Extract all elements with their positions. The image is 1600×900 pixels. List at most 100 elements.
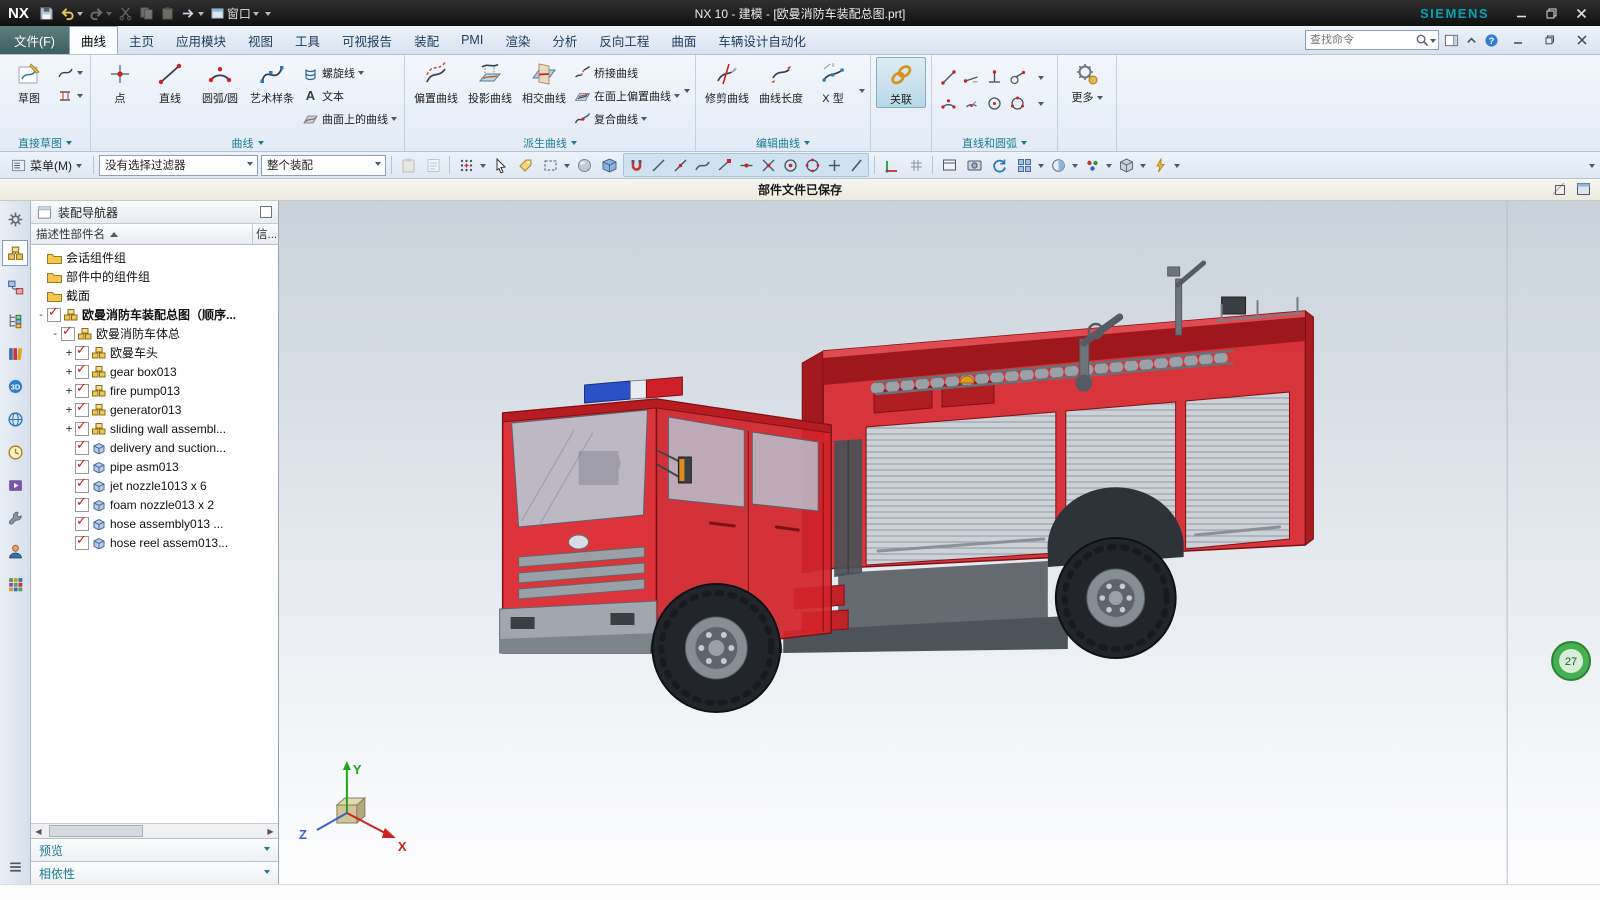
close-button[interactable] bbox=[1568, 3, 1595, 23]
search-input[interactable] bbox=[1306, 34, 1415, 46]
effects-icon[interactable] bbox=[1149, 154, 1171, 176]
search-icon[interactable] bbox=[1415, 33, 1430, 48]
preview-section-header[interactable]: 预览 bbox=[31, 838, 278, 861]
expand-icon[interactable]: + bbox=[63, 403, 75, 416]
tree-row[interactable]: + ✓ 欧曼车头 bbox=[31, 342, 278, 362]
snap-line-icon[interactable] bbox=[647, 154, 669, 176]
roles-gear-icon[interactable] bbox=[3, 207, 27, 231]
tab-visual-report[interactable]: 可视报告 bbox=[331, 26, 403, 54]
component-checkbox[interactable]: ✓ bbox=[75, 532, 89, 550]
refresh-icon[interactable] bbox=[988, 154, 1010, 176]
arc-three-point-button[interactable] bbox=[940, 95, 957, 112]
render-style-icon[interactable] bbox=[1047, 154, 1069, 176]
doc-minimize-button[interactable] bbox=[1504, 30, 1531, 50]
x-form-button[interactable]: X 型 bbox=[809, 57, 857, 106]
tree-row[interactable]: + ✓ fire pump013 bbox=[31, 380, 278, 400]
view-layout-caret-icon[interactable] bbox=[1038, 163, 1044, 171]
sketch-curve-button[interactable] bbox=[55, 62, 85, 83]
toolbar-overflow-caret-icon[interactable] bbox=[1589, 163, 1595, 171]
view-layout-icon[interactable] bbox=[1013, 154, 1035, 176]
expand-icon[interactable]: + bbox=[63, 422, 75, 435]
column-descriptive-part-name[interactable]: 描述性部件名 bbox=[36, 226, 105, 242]
component-checkbox[interactable]: ✓ bbox=[75, 361, 89, 379]
text-button[interactable]: A 文本 bbox=[300, 85, 399, 106]
paste-tool-icon[interactable] bbox=[397, 154, 419, 176]
offset-in-face-caret-icon[interactable] bbox=[674, 94, 680, 101]
view-cube-icon[interactable] bbox=[1115, 154, 1137, 176]
column-info[interactable]: 信... bbox=[252, 224, 278, 244]
hd3d-tools-icon[interactable]: 3D bbox=[3, 374, 27, 398]
arc-center-button[interactable] bbox=[963, 95, 980, 112]
composite-curve-button[interactable]: 复合曲线 bbox=[572, 108, 682, 129]
window-layout-icon[interactable] bbox=[938, 154, 960, 176]
minimize-ribbon-icon[interactable] bbox=[1464, 33, 1479, 48]
undo-caret-icon[interactable] bbox=[76, 11, 83, 19]
component-checkbox[interactable]: ✓ bbox=[75, 399, 89, 417]
line-point-point-button[interactable] bbox=[940, 69, 957, 86]
sync-badge[interactable]: 27 bbox=[1551, 641, 1592, 681]
point-dialog-icon[interactable] bbox=[455, 154, 477, 176]
collapse-icon[interactable]: - bbox=[35, 308, 47, 321]
snap-midpoint-icon[interactable] bbox=[735, 154, 757, 176]
bridge-curve-button[interactable]: 桥接曲线 bbox=[572, 62, 682, 83]
repeat-command-button[interactable] bbox=[181, 6, 204, 21]
properties-icon[interactable] bbox=[422, 154, 444, 176]
dependencies-section-header[interactable]: 相依性 bbox=[31, 861, 278, 884]
menu-caret-icon[interactable] bbox=[76, 163, 82, 171]
roles-person-icon[interactable] bbox=[3, 539, 27, 563]
curve-length-button[interactable]: 曲线长度 bbox=[755, 57, 807, 106]
part-navigator-icon[interactable] bbox=[3, 308, 27, 332]
tab-vehicle-design[interactable]: 车辆设计自动化 bbox=[707, 26, 817, 54]
intersect-curve-button[interactable]: 相交曲线 bbox=[518, 57, 570, 106]
snap-center-icon[interactable] bbox=[779, 154, 801, 176]
tree-row[interactable]: - ✓ 欧曼消防车装配总图（顺序... bbox=[31, 304, 278, 324]
studio-spline-button[interactable]: 艺术样条 bbox=[246, 57, 298, 106]
group-caret-icon[interactable] bbox=[1021, 140, 1027, 148]
qat-customize-caret-icon[interactable] bbox=[264, 11, 271, 19]
component-checkbox[interactable]: ✓ bbox=[75, 475, 89, 493]
group-caret-icon[interactable] bbox=[257, 140, 264, 148]
navigator-hscrollbar[interactable]: ◀ ▶ bbox=[31, 823, 278, 838]
menu-button[interactable]: 菜单(M) bbox=[5, 155, 88, 176]
line-button[interactable]: 直线 bbox=[146, 57, 194, 106]
circle-three-point-button[interactable] bbox=[1009, 95, 1026, 112]
rect-select-caret-icon[interactable] bbox=[564, 163, 570, 171]
group-label-line-arc[interactable]: 直线和圆弧 bbox=[937, 135, 1052, 151]
more-button[interactable]: 更多 bbox=[1063, 57, 1111, 104]
tree-row[interactable]: - ✓ 欧曼消防车体总 bbox=[31, 323, 278, 343]
paste-button[interactable] bbox=[160, 6, 175, 21]
composite-caret-icon[interactable] bbox=[641, 117, 647, 124]
line-point-angle-button[interactable] bbox=[963, 69, 980, 86]
snap-angle-icon[interactable] bbox=[845, 154, 867, 176]
curve-on-surface-button[interactable]: 曲面上的曲线 bbox=[300, 108, 399, 129]
component-checkbox[interactable]: ✓ bbox=[47, 304, 61, 322]
cos-caret-icon[interactable] bbox=[391, 117, 397, 124]
palette-icon[interactable] bbox=[1081, 154, 1103, 176]
clip-section-icon[interactable] bbox=[1551, 181, 1568, 198]
reuse-library-icon[interactable] bbox=[3, 341, 27, 365]
point-dialog-caret-icon[interactable] bbox=[480, 163, 486, 171]
expand-icon[interactable]: + bbox=[63, 384, 75, 397]
component-checkbox[interactable]: ✓ bbox=[75, 456, 89, 474]
sketch-constraint-button[interactable] bbox=[55, 85, 85, 106]
web-browser-icon[interactable] bbox=[3, 407, 27, 431]
point-button[interactable]: 点 bbox=[96, 57, 144, 106]
more-caret-icon[interactable] bbox=[1096, 95, 1103, 103]
datum-grid-icon[interactable] bbox=[905, 154, 927, 176]
line-arc-caret2-icon[interactable] bbox=[1037, 101, 1044, 109]
preview-collapse-icon[interactable] bbox=[264, 846, 270, 854]
copy-button[interactable] bbox=[139, 6, 154, 21]
repeat-caret-icon[interactable] bbox=[197, 11, 204, 19]
tree-row[interactable]: ✓ jet nozzle1013 x 6 bbox=[31, 475, 278, 495]
scope-caret-icon[interactable] bbox=[375, 161, 381, 169]
tree-row[interactable]: ✓ foam nozzle013 x 2 bbox=[31, 494, 278, 514]
tree-row[interactable]: ✓ hose reel assem013... bbox=[31, 532, 278, 552]
scroll-right-icon[interactable]: ▶ bbox=[263, 825, 278, 837]
redo-button[interactable] bbox=[89, 6, 112, 21]
collapse-icon[interactable]: - bbox=[49, 327, 61, 340]
maximize-view-icon[interactable] bbox=[1575, 181, 1592, 198]
history-icon[interactable] bbox=[3, 440, 27, 464]
tab-home[interactable]: 主页 bbox=[118, 26, 165, 54]
navigator-pin-icon[interactable] bbox=[260, 206, 272, 218]
tab-analysis[interactable]: 分析 bbox=[541, 26, 588, 54]
